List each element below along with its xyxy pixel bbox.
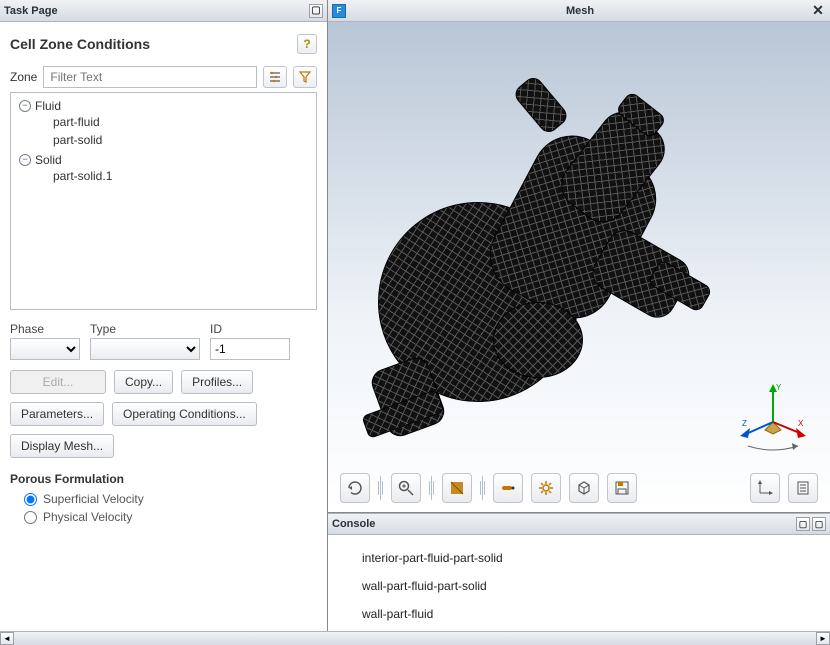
collapse-icon[interactable]: − — [19, 154, 31, 166]
toolbar-separator — [480, 476, 485, 500]
task-page-panel: Task Page ▢ Cell Zone Conditions ? Zone — [0, 0, 328, 631]
toolbar-separator — [378, 476, 383, 500]
svg-text:Z: Z — [742, 419, 747, 428]
rotate-icon[interactable] — [340, 473, 370, 503]
filter-funnel-icon[interactable] — [293, 66, 317, 88]
parameters-button[interactable]: Parameters... — [10, 402, 104, 426]
filter-options-icon[interactable] — [263, 66, 287, 88]
collapse-icon[interactable]: − — [19, 100, 31, 112]
app-icon: F — [332, 4, 346, 18]
console-popout-icon[interactable]: ▢ — [796, 517, 810, 531]
horizontal-scrollbar[interactable]: ◄ ► — [0, 631, 830, 645]
scroll-left-arrow[interactable]: ◄ — [0, 632, 14, 645]
radio-physical-input[interactable] — [24, 511, 37, 524]
console-output[interactable]: interior-part-fluid-part-solid wall-part… — [328, 535, 830, 631]
radio-superficial-input[interactable] — [24, 493, 37, 506]
id-input[interactable] — [210, 338, 290, 360]
tree-fluid-label: Fluid — [35, 99, 61, 113]
help-icon[interactable]: ? — [297, 34, 317, 54]
viewport-close-button[interactable]: ✕ — [810, 2, 826, 19]
svg-text:X: X — [798, 419, 804, 428]
copy-button[interactable]: Copy... — [114, 370, 173, 394]
zone-tree[interactable]: − Fluid part-fluid part-solid − Solid pa… — [10, 92, 317, 310]
probe-icon[interactable] — [493, 473, 523, 503]
profiles-button[interactable]: Profiles... — [181, 370, 253, 394]
settings-icon[interactable] — [531, 473, 561, 503]
type-label: Type — [90, 322, 200, 336]
console-header: Console ▢ ▢ — [328, 513, 830, 535]
radio-physical[interactable]: Physical Velocity — [10, 508, 317, 526]
save-view-icon[interactable] — [607, 473, 637, 503]
render-icon[interactable] — [442, 473, 472, 503]
phase-select[interactable] — [10, 338, 80, 360]
mesh-model[interactable] — [338, 62, 798, 462]
mesh-viewport[interactable]: Y X Z — [328, 22, 830, 513]
section-title-row: Cell Zone Conditions ? — [10, 34, 317, 54]
console-line: wall-part-fluid-part-solid — [334, 579, 824, 593]
tree-item-part-solid[interactable]: part-solid — [19, 131, 308, 149]
svg-text:Y: Y — [776, 383, 782, 392]
tree-item-part-fluid[interactable]: part-fluid — [19, 113, 308, 131]
cell-zone-title: Cell Zone Conditions — [10, 36, 150, 52]
tree-group-fluid[interactable]: − Fluid — [19, 99, 308, 113]
doc-icon[interactable] — [788, 473, 818, 503]
cube-icon[interactable] — [569, 473, 599, 503]
console-title: Console — [332, 518, 375, 530]
toolbar-separator — [429, 476, 434, 500]
task-page-header: Task Page ▢ — [0, 0, 327, 22]
display-mesh-button[interactable]: Display Mesh... — [10, 434, 114, 458]
console-close-icon[interactable]: ▢ — [812, 517, 826, 531]
tree-group-solid[interactable]: − Solid — [19, 153, 308, 167]
porous-formulation: Porous Formulation Superficial Velocity … — [10, 472, 317, 526]
viewport-title: Mesh — [350, 5, 810, 17]
tree-item-part-solid-1[interactable]: part-solid.1 — [19, 167, 308, 185]
tree-solid-label: Solid — [35, 153, 62, 167]
console-line: wall-part-fluid — [334, 607, 824, 621]
task-close-button[interactable]: ▢ — [309, 4, 323, 18]
zone-filter-input[interactable] — [43, 66, 257, 88]
console-line: interior-part-fluid-part-solid — [334, 551, 824, 565]
viewport-header: F Mesh ✕ — [328, 0, 830, 22]
radio-superficial[interactable]: Superficial Velocity — [10, 490, 317, 508]
phase-label: Phase — [10, 322, 80, 336]
zoom-icon[interactable] — [391, 473, 421, 503]
porous-title: Porous Formulation — [10, 472, 317, 486]
viewport-toolbar — [328, 468, 830, 508]
task-page-title: Task Page — [4, 5, 58, 17]
operating-conditions-button[interactable]: Operating Conditions... — [112, 402, 257, 426]
axis-triad[interactable]: Y X Z — [738, 382, 808, 452]
type-select[interactable] — [90, 338, 200, 360]
axes-icon[interactable] — [750, 473, 780, 503]
edit-button[interactable]: Edit... — [10, 370, 106, 394]
scroll-right-arrow[interactable]: ► — [816, 632, 830, 645]
zone-label: Zone — [10, 66, 37, 88]
id-label: ID — [210, 322, 290, 336]
